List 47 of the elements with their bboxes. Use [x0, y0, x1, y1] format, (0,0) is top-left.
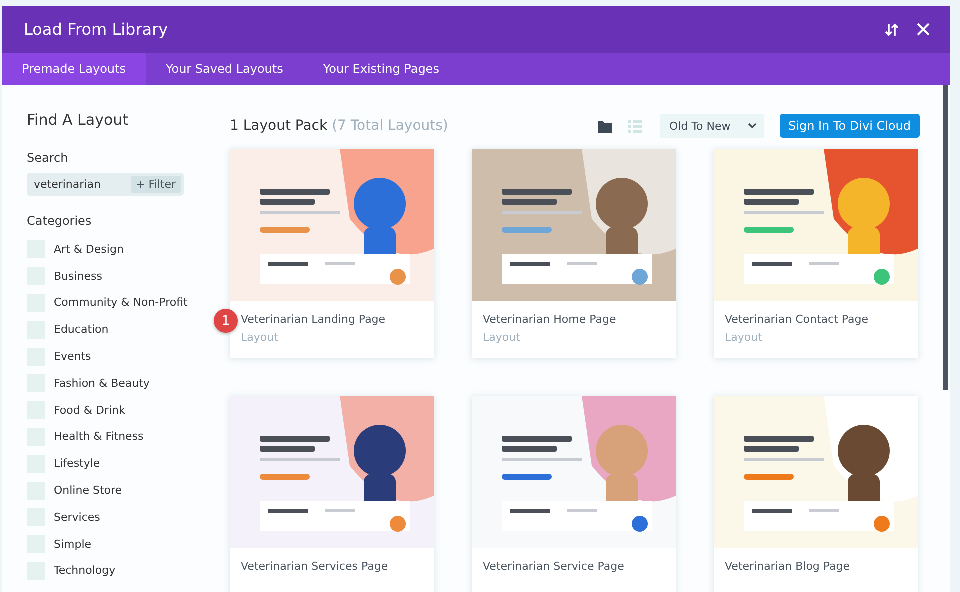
results-heading: 1 Layout Pack (7 Total Layouts)	[230, 118, 448, 134]
sidebar-heading: Find A Layout	[27, 111, 130, 129]
layout-type: Layout	[725, 331, 764, 344]
search-label: Search	[27, 151, 70, 165]
scrollbar[interactable]	[943, 85, 948, 390]
layout-title: Veterinarian Landing Page	[241, 313, 387, 326]
category-label: Technology	[54, 564, 116, 578]
layout-card[interactable]: Veterinarian Service Page	[472, 396, 676, 592]
close-icon[interactable]	[917, 23, 930, 36]
category-label: Community & Non-Profit	[54, 296, 188, 310]
category-label: Lifestyle	[54, 457, 100, 470]
filter-button[interactable]: + Filter	[131, 176, 181, 193]
layout-title: Veterinarian Services Page	[241, 560, 390, 573]
folder-icon[interactable]	[598, 120, 612, 132]
category-label: Food & Drink	[54, 404, 126, 417]
layout-card[interactable]: Veterinarian Blog Page	[714, 396, 918, 592]
category-label: Health & Fitness	[54, 430, 144, 444]
sign-in-button[interactable]: Sign In To Divi Cloud	[780, 114, 920, 138]
category-label: Education	[54, 323, 109, 336]
layout-card[interactable]: Veterinarian Contact Page Layout	[714, 149, 918, 358]
category-label: Fashion & Beauty	[54, 376, 150, 390]
tab[interactable]: Your Existing Pages	[303, 53, 460, 85]
category-label: Events	[54, 350, 92, 364]
categories-label: Categories	[27, 214, 93, 228]
category-label: Simple	[54, 538, 92, 551]
category-label: Art & Design	[54, 242, 124, 256]
layout-title: Veterinarian Blog Page	[725, 560, 852, 573]
category-label: Online Store	[54, 484, 122, 498]
layout-title: Veterinarian Home Page	[483, 313, 618, 326]
layout-type: Layout	[483, 331, 522, 344]
tab[interactable]: Your Saved Layouts	[146, 53, 304, 85]
layout-title: Veterinarian Service Page	[483, 560, 626, 573]
step-badge: 1	[214, 309, 238, 333]
sort-dropdown[interactable]: Old To New	[660, 114, 764, 138]
window-title: Load From Library	[24, 20, 168, 39]
layout-title: Veterinarian Contact Page	[725, 313, 870, 326]
search-field[interactable]: veterinarian + Filter	[27, 173, 184, 196]
list-icon[interactable]	[628, 120, 642, 132]
sort-arrows-icon[interactable]	[885, 22, 899, 36]
category-label: Business	[54, 270, 103, 283]
layout-card[interactable]: Veterinarian Services Page	[230, 396, 434, 592]
layout-card[interactable]: Veterinarian Home Page Layout	[472, 149, 676, 358]
layout-type: Layout	[241, 331, 280, 344]
layout-card[interactable]: Veterinarian Landing Page Layout	[230, 149, 434, 358]
caret-icon	[748, 123, 756, 129]
tab[interactable]: Premade Layouts	[2, 53, 146, 85]
category-label: Services	[54, 510, 100, 524]
